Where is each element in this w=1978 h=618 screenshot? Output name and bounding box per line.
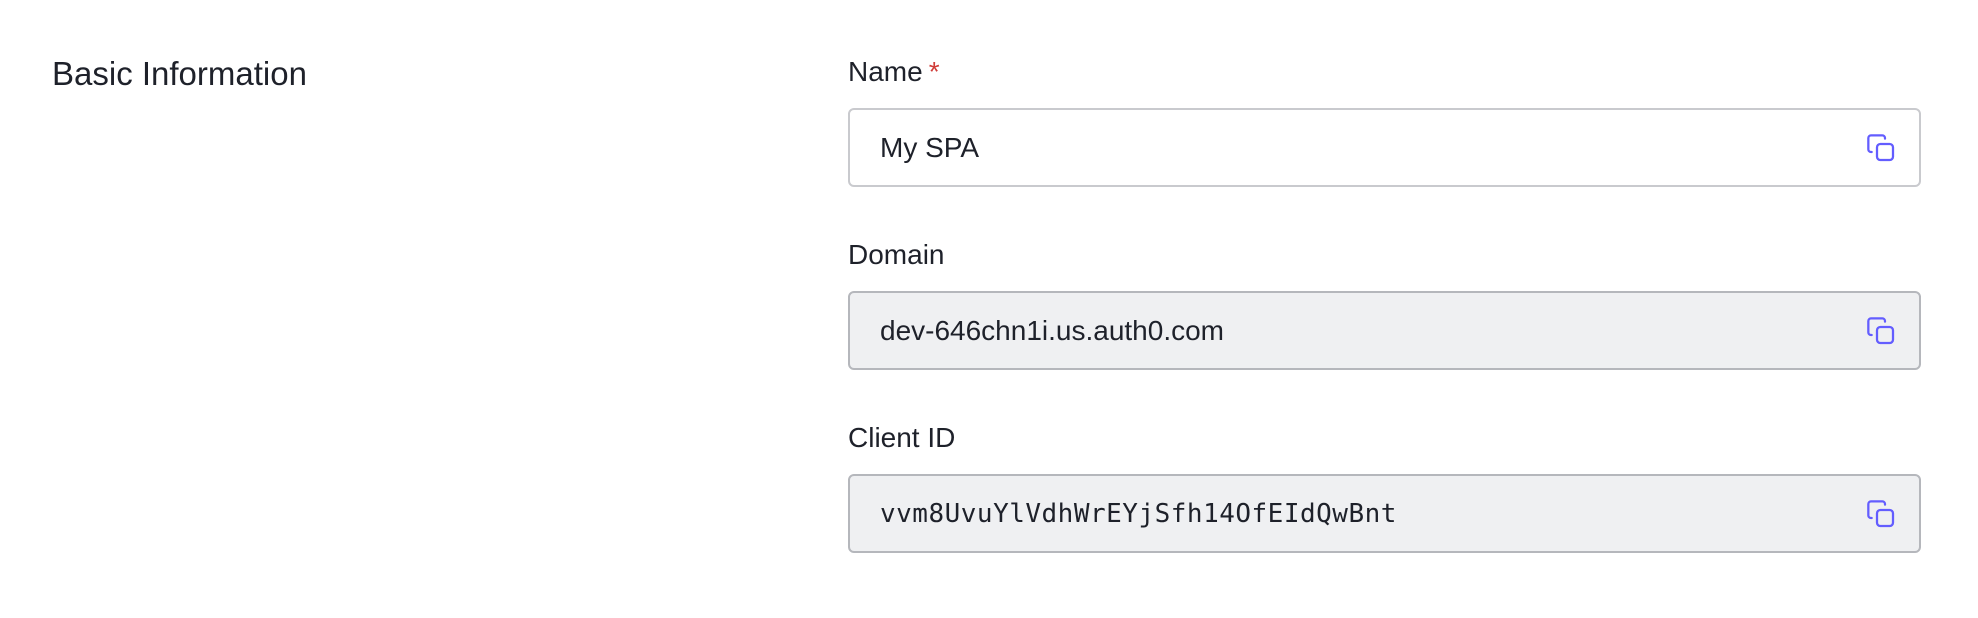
- name-input-wrapper: [848, 108, 1921, 187]
- copy-icon: [1865, 498, 1897, 530]
- domain-input-wrapper: [848, 291, 1921, 370]
- copy-client-id-button[interactable]: [1859, 492, 1903, 536]
- domain-input[interactable]: [850, 293, 1919, 368]
- name-label: Name *: [848, 50, 1921, 94]
- copy-name-button[interactable]: [1859, 126, 1903, 170]
- name-label-text: Name: [848, 56, 923, 87]
- name-field-group: Name *: [848, 50, 1921, 187]
- copy-icon: [1865, 132, 1897, 164]
- client-id-input-wrapper: [848, 474, 1921, 553]
- section-title: Basic Information: [52, 55, 307, 92]
- basic-information-fields: Name* Domain: [848, 50, 1921, 553]
- client-id-label: Client ID: [848, 422, 956, 453]
- client-id-input[interactable]: [850, 476, 1919, 551]
- name-input[interactable]: [850, 110, 1919, 185]
- required-mark: *: [928, 56, 940, 87]
- copy-icon: [1865, 315, 1897, 347]
- domain-field-group: Domain: [848, 233, 1921, 370]
- copy-domain-button[interactable]: [1859, 309, 1903, 353]
- domain-label: Domain: [848, 239, 945, 270]
- client-id-field-group: Client ID: [848, 416, 1921, 553]
